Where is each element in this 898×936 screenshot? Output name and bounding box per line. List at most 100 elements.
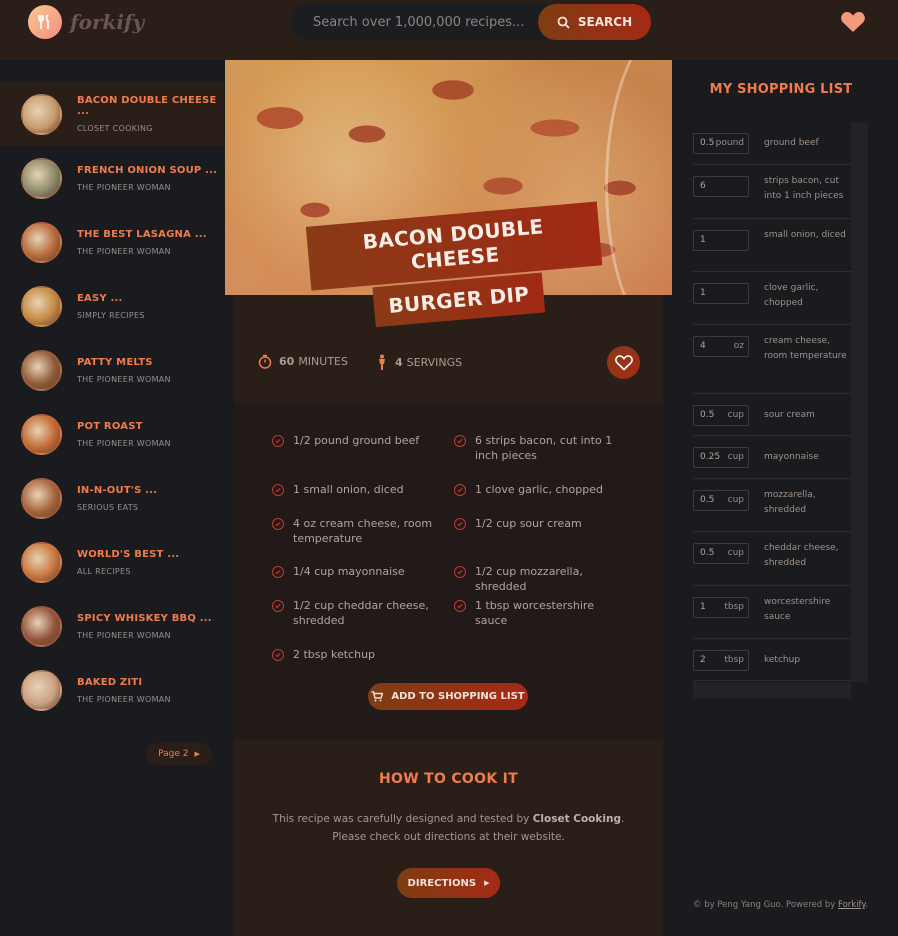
cart-icon: [371, 691, 384, 702]
shopping-quantity-input[interactable]: 1: [693, 283, 749, 304]
shopping-quantity-input[interactable]: 0.25 cup: [693, 447, 749, 468]
shopping-quantity-input[interactable]: 1: [693, 230, 749, 251]
servings: 4 SERVINGS: [376, 354, 462, 370]
result-thumbnail: [21, 93, 62, 135]
shopping-list-item: 0.5 pound ground beef: [693, 122, 851, 165]
ingredient-text: 6 strips bacon, cut into 1 inch pieces: [475, 434, 613, 462]
result-publisher: CLOSET COOKING: [77, 124, 153, 133]
result-publisher: THE PIONEER WOMAN: [77, 438, 171, 448]
next-page-label: Page 2: [158, 749, 189, 759]
ingredient-item: 1/2 pound ground beef: [272, 433, 437, 448]
result-title: SPICY WHISKEY BBQ ...: [77, 612, 212, 624]
check-icon: [272, 484, 284, 496]
shopping-item-description: cheddar cheese, shredded: [764, 543, 839, 568]
shopping-quantity-input[interactable]: 4 oz: [693, 336, 749, 357]
shopping-list-item: 0.5 cup mozzarella, shredded: [693, 479, 851, 532]
cooking-time: 60 MINUTES: [258, 354, 348, 369]
ingredient-text: 1/4 cup mayonnaise: [293, 565, 405, 578]
directions-button[interactable]: DIRECTIONS ▶: [397, 868, 500, 898]
shopping-list-item: 1 tbsp worcestershire sauce: [693, 586, 851, 639]
ingredient-item: 1/4 cup mayonnaise: [272, 564, 437, 579]
directions-label: DIRECTIONS: [407, 877, 477, 889]
search-input[interactable]: [291, 4, 541, 40]
shopping-item-description: mozzarella, shredded: [764, 490, 816, 515]
search-button[interactable]: SEARCH: [538, 4, 651, 40]
ingredient-item: 1/2 cup mozzarella, shredded: [454, 564, 614, 594]
shopping-list-title: MY SHOPPING LIST: [709, 82, 853, 97]
shopping-quantity-input[interactable]: 6: [693, 176, 749, 197]
result-thumbnail: [21, 221, 62, 263]
add-to-shopping-list-label: ADD TO SHOPPING LIST: [391, 691, 525, 702]
result-item[interactable]: PATTY MELTS THE PIONEER WOMAN: [0, 338, 224, 402]
result-item[interactable]: EASY ... SIMPLY RECIPES: [0, 274, 224, 338]
ingredient-item: 1 clove garlic, chopped: [454, 482, 614, 497]
check-icon: [272, 649, 284, 661]
shopping-list-scrollbar-horizontal[interactable]: [693, 682, 851, 698]
result-thumbnail: [21, 477, 62, 519]
result-publisher: THE PIONEER WOMAN: [77, 694, 171, 704]
results-list: BACON DOUBLE CHEESE ... CLOSET COOKING FRE…: [0, 82, 224, 722]
stopwatch-icon: [258, 354, 272, 369]
shopping-item-description: cream cheese, room temperature: [764, 336, 847, 361]
plate-rim: [605, 60, 672, 295]
result-item[interactable]: SPICY WHISKEY BBQ ... THE PIONEER WOMAN: [0, 594, 224, 658]
favorites-heart-icon[interactable]: [840, 10, 866, 38]
check-icon: [272, 566, 284, 578]
heart-outline-icon: [614, 354, 633, 371]
add-to-shopping-list-button[interactable]: ADD TO SHOPPING LIST: [368, 683, 528, 710]
result-thumbnail: [21, 157, 62, 199]
shopping-list-item: 0.5 cup sour cream: [693, 394, 851, 436]
shopping-item-description: clove garlic, chopped: [764, 283, 819, 308]
search-button-label: SEARCH: [577, 15, 633, 29]
shopping-quantity-input[interactable]: 0.5 cup: [693, 543, 749, 564]
ingredient-text: 1/2 pound ground beef: [293, 434, 420, 447]
shopping-list-item: 0.5 cup cheddar cheese, shredded: [693, 532, 851, 586]
result-thumbnail: [21, 349, 62, 391]
servings-label: SERVINGS: [406, 355, 463, 369]
check-icon: [454, 600, 466, 612]
shopping-quantity-input[interactable]: 1 tbsp: [693, 597, 749, 618]
publisher-name: Closet Cooking: [532, 813, 621, 825]
result-publisher: SIMPLY RECIPES: [77, 310, 145, 320]
next-page-button[interactable]: Page 2 ▶: [146, 743, 212, 765]
result-item[interactable]: WORLD'S BEST ... ALL RECIPES: [0, 530, 224, 594]
bookmark-heart-button[interactable]: [607, 346, 640, 379]
shopping-list-scrollbar[interactable]: [851, 122, 868, 682]
result-thumbnail: [21, 285, 62, 327]
result-publisher: THE PIONEER WOMAN: [77, 246, 171, 256]
shopping-item-description: sour cream: [764, 410, 815, 420]
forkify-link[interactable]: Forkify: [838, 900, 865, 910]
shopping-list-item: 1 small onion, diced: [693, 219, 851, 272]
shopping-list-item: 6 strips bacon, cut into 1 inch pieces: [693, 165, 851, 219]
ingredient-text: 4 oz cream cheese, room temperature: [293, 517, 433, 545]
shopping-quantity-input[interactable]: 0.5 cup: [693, 490, 749, 511]
shopping-item-description: small onion, diced: [764, 230, 846, 240]
ingredient-item: 2 tbsp ketchup: [272, 647, 437, 662]
result-item[interactable]: FRENCH ONION SOUP ... THE PIONEER WOMAN: [0, 146, 224, 210]
shopping-quantity-input[interactable]: 0.5 pound: [693, 133, 749, 154]
result-thumbnail: [21, 541, 62, 583]
result-item[interactable]: POT ROAST THE PIONEER WOMAN: [0, 402, 224, 466]
ingredient-text: 1 clove garlic, chopped: [475, 483, 603, 496]
logo[interactable]: forkify: [28, 5, 144, 39]
shopping-item-description: mayonnaise: [764, 452, 819, 462]
result-title: PATTY MELTS: [77, 356, 153, 368]
shopping-quantity-input[interactable]: 2 tbsp: [693, 650, 749, 671]
logo-text: forkify: [70, 10, 145, 34]
result-item[interactable]: THE BEST LASAGNA ... THE PIONEER WOMAN: [0, 210, 224, 274]
result-title: BAKED ZITI: [77, 676, 143, 688]
footer-copyright: © by Peng Yang Guo. Powered by Forkify.: [693, 900, 868, 910]
ingredient-item: 1/2 cup cheddar cheese, shredded: [272, 598, 437, 628]
ingredient-text: 1/2 cup cheddar cheese, shredded: [293, 599, 429, 627]
person-icon: [379, 354, 385, 370]
result-publisher: SERIOUS EATS: [77, 502, 139, 512]
ingredient-item: 6 strips bacon, cut into 1 inch pieces: [454, 433, 614, 463]
result-thumbnail: [21, 605, 62, 647]
result-title: BACON DOUBLE CHEESE ...: [77, 95, 217, 117]
result-item[interactable]: IN-N-OUT'S ... SERIOUS EATS: [0, 466, 224, 530]
result-title: POT ROAST: [77, 420, 143, 432]
shopping-quantity-input[interactable]: 0.5 cup: [693, 405, 749, 426]
result-item[interactable]: BACON DOUBLE CHEESE ... CLOSET COOKING: [0, 82, 224, 146]
result-item[interactable]: BAKED ZITI THE PIONEER WOMAN: [0, 658, 224, 722]
triangle-right-icon: ▶: [484, 879, 490, 887]
